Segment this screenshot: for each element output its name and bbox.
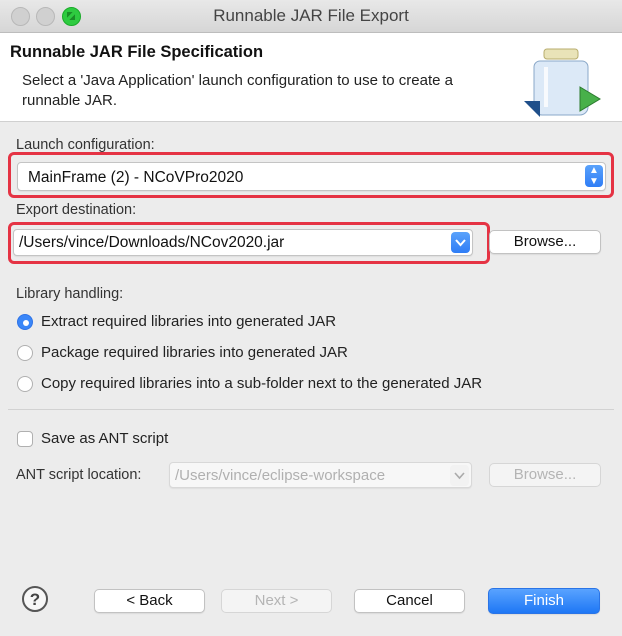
export-destination-value: /Users/vince/Downloads/NCov2020.jar xyxy=(19,234,285,251)
export-destination-label: Export destination: xyxy=(16,202,137,218)
launch-config-select[interactable]: MainFrame (2) - NCoVPro2020 ▲ ▼ xyxy=(17,162,606,191)
finish-button[interactable]: Finish xyxy=(488,588,600,614)
page-title: Runnable JAR File Specification xyxy=(10,43,264,61)
save-ant-script-checkbox[interactable] xyxy=(17,431,33,447)
cancel-button[interactable]: Cancel xyxy=(354,589,465,613)
jar-export-icon xyxy=(524,48,601,117)
wizard-header: Runnable JAR File Specification Select a… xyxy=(0,33,622,122)
package-libraries-radio[interactable] xyxy=(17,345,33,361)
copy-libraries-radio[interactable] xyxy=(17,376,33,392)
window-title: Runnable JAR File Export xyxy=(213,6,409,25)
launch-config-label: Launch configuration: xyxy=(16,137,155,153)
extract-libraries-label[interactable]: Extract required libraries into generate… xyxy=(41,313,336,330)
up-down-arrows-icon: ▲ ▼ xyxy=(585,165,603,187)
copy-libraries-label[interactable]: Copy required libraries into a sub-folde… xyxy=(41,375,482,392)
save-ant-script-label[interactable]: Save as ANT script xyxy=(41,430,168,447)
section-divider xyxy=(8,409,614,410)
help-icon[interactable]: ? xyxy=(22,586,48,612)
export-destination-combo[interactable]: /Users/vince/Downloads/NCov2020.jar xyxy=(13,229,473,256)
ant-script-location-label: ANT script location: xyxy=(16,467,142,483)
title-bar: Runnable JAR File Export xyxy=(0,0,622,33)
page-description: Select a 'Java Application' launch confi… xyxy=(22,72,454,109)
ant-script-location-value: /Users/vince/eclipse-workspace xyxy=(175,467,386,484)
ant-script-location-combo: /Users/vince/eclipse-workspace xyxy=(169,462,472,488)
chevron-down-icon[interactable] xyxy=(451,232,470,253)
next-button: Next > xyxy=(221,589,332,613)
ant-browse-button: Browse... xyxy=(489,463,601,487)
package-libraries-label[interactable]: Package required libraries into generate… xyxy=(41,344,348,361)
launch-config-value: MainFrame (2) - NCoVPro2020 xyxy=(28,169,244,186)
extract-libraries-radio[interactable] xyxy=(17,314,33,330)
export-browse-button[interactable]: Browse... xyxy=(489,230,601,254)
back-button[interactable]: < Back xyxy=(94,589,205,613)
chevron-down-icon xyxy=(450,465,469,486)
library-handling-label: Library handling: xyxy=(16,286,124,302)
